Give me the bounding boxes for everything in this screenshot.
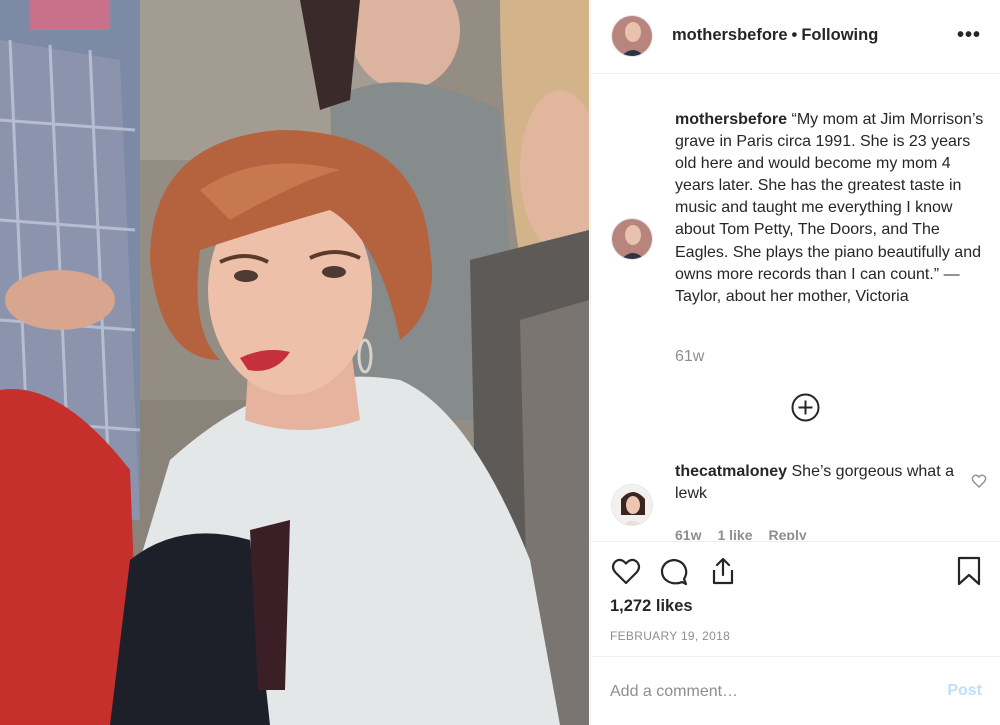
post-button[interactable]: Post [947, 682, 982, 700]
share-icon[interactable] [709, 556, 737, 591]
heart-icon[interactable] [611, 557, 641, 590]
post-photo[interactable] [0, 0, 589, 725]
post-caption: mothersbefore “My mom at Jim Morrison’s … [675, 109, 993, 308]
plus-circle-icon[interactable] [791, 393, 820, 422]
comment-input[interactable] [610, 677, 910, 707]
add-comment-bar: Post [591, 656, 1000, 725]
caption-text: “My mom at Jim Morrison’s grave in Paris… [675, 111, 984, 305]
post-photo-image [0, 0, 589, 725]
like-count[interactable]: 1,272 likes [610, 597, 693, 616]
divider [591, 541, 1000, 542]
following-button[interactable]: Following [801, 26, 878, 44]
comments-list[interactable]: mothersbefore “My mom at Jim Morrison’s … [591, 75, 1000, 540]
author-username[interactable]: mothersbefore [672, 26, 788, 44]
comment-timestamp[interactable]: 61w [675, 527, 701, 540]
caption-author-avatar[interactable] [611, 218, 653, 260]
author-line: mothersbefore • Following [672, 26, 878, 45]
separator-dot: • [791, 26, 798, 44]
post-date: FEBRUARY 19, 2018 [610, 629, 731, 643]
comment-meta: 61w 1 like Reply [675, 527, 823, 540]
heart-outline-icon[interactable] [971, 473, 987, 489]
author-avatar[interactable] [611, 15, 653, 57]
comment-like-count[interactable]: 1 like [717, 527, 752, 540]
comment-username[interactable]: thecatmaloney [675, 463, 787, 480]
post-sidebar: mothersbefore • Following ••• mothersbefor… [590, 0, 1000, 725]
caption-username[interactable]: mothersbefore [675, 111, 787, 128]
caption-timestamp[interactable]: 61w [675, 348, 704, 366]
commenter-avatar[interactable] [611, 484, 653, 526]
speech-bubble-icon[interactable] [660, 558, 688, 591]
reply-button[interactable]: Reply [769, 527, 807, 540]
comment-item: thecatmaloney She’s gorgeous what a lewk [675, 461, 955, 505]
more-options-icon[interactable]: ••• [957, 24, 981, 47]
bookmark-icon[interactable] [956, 556, 982, 591]
post-header: mothersbefore • Following ••• [591, 0, 1000, 74]
